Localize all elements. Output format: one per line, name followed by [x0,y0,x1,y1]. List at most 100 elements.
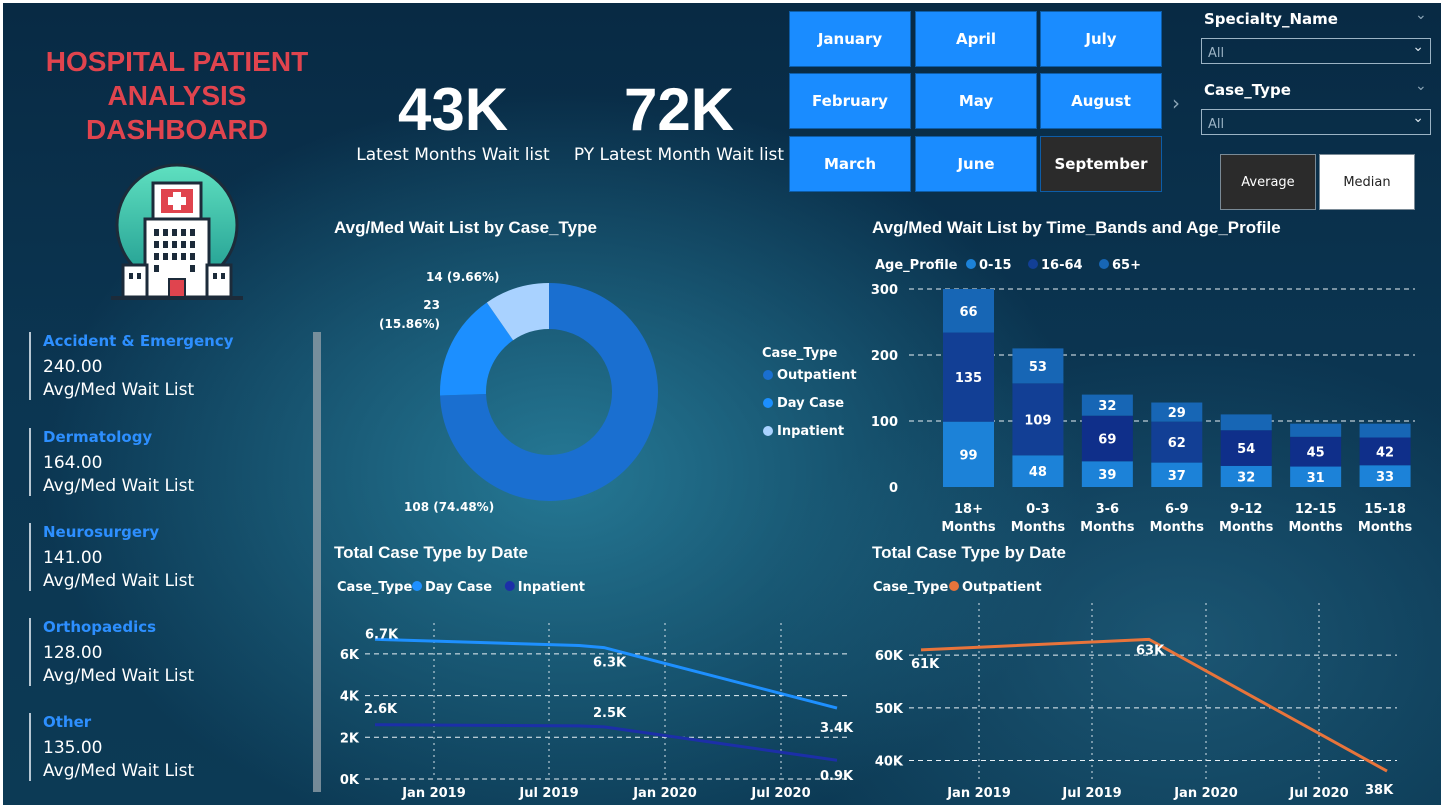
donut-chart: 108 (74.48%) 23 (15.86%) 14 (9.66%) Case_Typ… [379,270,857,514]
month-button-september[interactable]: September [1040,136,1162,192]
average-button[interactable]: Average [1220,154,1316,210]
y-tick-label: 0K [340,773,360,788]
scrollbar[interactable] [313,332,321,792]
line-chart-outpatient: Case_Type Outpatient 40K 50K 60K Jan 2019 Jul … [873,580,1397,801]
x-tick-label: Months [941,520,996,535]
bar-data-label: 62 [1168,436,1186,451]
x-tick-label: Jul 2019 [1061,786,1121,801]
x-tick-label: Jul 2020 [750,786,810,801]
chevron-right-icon[interactable]: › [1172,91,1180,115]
case-type-dropdown[interactable]: All ⌄ [1201,109,1431,135]
bar-data-label: 32 [1237,470,1255,485]
legend-marker-inpatient [763,426,773,436]
specialty-card-orthopaedics: Orthopaedics 128.00 Avg/Med Wait List [29,618,299,686]
month-button-july[interactable]: July [1040,11,1162,67]
case-type-dropdown-value: All [1208,117,1225,132]
dashboard-canvas: HOSPITAL PATIENT ANALYSIS DASHBOARD 43K … [3,3,1441,805]
x-tick-label: Months [1150,520,1205,535]
x-tick-label: Jan 2019 [401,786,466,801]
bar-data-label: 31 [1307,471,1325,486]
x-tick-label: Jan 2019 [946,786,1011,801]
legend-label-age-65: 65+ [1112,258,1141,273]
bar-data-label: 66 [959,305,977,320]
legend-marker-outpatient [949,581,959,591]
legend-label-age-16-64: 16-64 [1041,258,1083,273]
line-data-label: 6.3K [593,656,627,671]
chevron-down-icon[interactable]: ⌄ [1415,7,1427,23]
x-tick-label: Months [1080,520,1135,535]
y-tick-label: 2K [340,731,360,746]
specialty-value: 128.00 [43,643,103,663]
bar-segment-65 [1359,423,1411,438]
dashboard-title: HOSPITAL PATIENT ANALYSIS DASHBOARD [45,46,309,145]
chevron-down-icon[interactable]: ⌄ [1415,78,1427,94]
line-chart-left-title: Total Case Type by Date [334,543,528,562]
donut-label-outpatient: 108 (74.48%) [404,500,494,514]
bar-data-label: 45 [1307,446,1325,461]
hospital-icon [111,163,243,300]
specialty-dropdown[interactable]: All ⌄ [1201,38,1431,64]
legend-label-outpatient: Outpatient [777,368,857,383]
legend-marker-inpatient [504,581,515,591]
line-chart-right-title: Total Case Type by Date [872,543,1066,562]
kpi-py-value: 72K [623,76,735,143]
month-button-may[interactable]: May [915,73,1037,129]
donut-label-inpatient: 14 (9.66%) [426,270,499,284]
bar-data-label: 37 [1168,469,1186,484]
dropdown-arrow-icon: ⌄ [1412,39,1424,55]
y-tick-label: 50K [875,702,904,717]
stacked-bar-chart: Age_Profile 0-15 16-64 65+ 0 100 200 300 99 135 66… [871,258,1415,535]
donut-label-day-case-value: 23 [423,298,440,312]
bar-data-label: 69 [1098,432,1116,447]
bar-data-label: 135 [955,371,982,386]
specialty-card-neurosurgery: Neurosurgery 141.00 Avg/Med Wait List [29,523,299,591]
month-button-february[interactable]: February [789,73,911,129]
y-tick-label: 4K [340,690,360,705]
line-data-label: 63K [1136,643,1165,658]
specialty-name: Neurosurgery [43,523,160,541]
y-tick-label: 40K [875,755,904,770]
specialty-value: 135.00 [43,738,103,758]
legend-label-day-case: Day Case [777,396,844,411]
line-data-label: 3.4K [820,721,854,736]
median-button[interactable]: Median [1319,154,1415,210]
specialty-measure-label: Avg/Med Wait List [43,761,195,781]
donut-legend-title: Case_Type [762,346,837,361]
average-button-label: Average [1241,174,1295,190]
specialty-name: Dermatology [43,428,153,446]
legend-marker-age-0-15 [966,259,976,269]
x-tick-label: Jan 2020 [1173,786,1238,801]
y-tick-label: 300 [871,283,898,298]
line-data-label: 2.5K [593,706,627,721]
month-button-january[interactable]: January [789,11,911,67]
bar-data-label: 109 [1024,413,1051,428]
month-button-june[interactable]: June [915,136,1037,192]
legend-label-age-0-15: 0-15 [979,258,1012,273]
month-button-april[interactable]: April [915,11,1037,67]
specialty-measure-label: Avg/Med Wait List [43,380,195,400]
bar-data-label: 29 [1168,406,1186,421]
specialty-dropdown-value: All [1208,46,1225,61]
legend-label-outpatient: Outpatient [962,580,1042,595]
kpi-latest-value: 43K [397,76,509,143]
line-data-label: 61K [911,657,940,672]
x-tick-label: 12-15 [1295,502,1337,517]
line-data-label: 6.7K [365,627,399,642]
month-button-august[interactable]: August [1040,73,1162,129]
line-series-day-case [374,637,838,710]
x-tick-label: Months [1219,520,1274,535]
line-legend-title: Case_Type [337,580,412,595]
y-tick-label: 60K [875,649,904,664]
bar-chart-title: Avg/Med Wait List by Time_Bands and Age_… [872,218,1281,237]
median-button-label: Median [1343,174,1391,190]
dropdown-arrow-icon: ⌄ [1412,110,1424,126]
legend-marker-age-16-64 [1028,259,1038,269]
specialty-slicer-title: Specialty_Name [1204,10,1338,28]
x-tick-label: Jul 2019 [518,786,578,801]
specialty-value: 164.00 [43,453,103,473]
month-button-march[interactable]: March [789,136,911,192]
x-tick-label: 15-18 [1364,502,1406,517]
specialty-measure-label: Avg/Med Wait List [43,666,195,686]
y-tick-label: 0 [889,481,898,496]
specialty-name: Orthopaedics [43,618,157,636]
